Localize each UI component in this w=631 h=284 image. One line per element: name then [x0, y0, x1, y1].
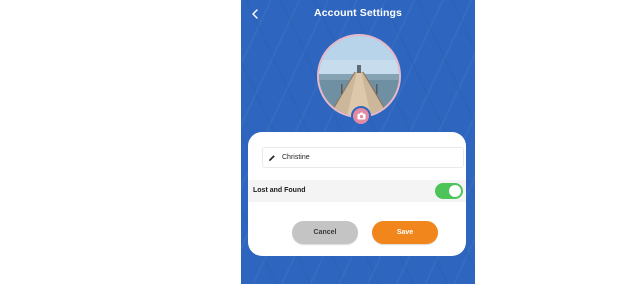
pencil-icon	[269, 154, 275, 161]
toggle-knob	[449, 185, 461, 197]
change-photo-button[interactable]	[351, 106, 371, 126]
avatar-container[interactable]	[317, 34, 401, 126]
save-button[interactable]: Save	[372, 221, 438, 244]
name-value: Christine	[282, 154, 310, 161]
toggle-label: Lost and Found	[253, 187, 306, 194]
lost-and-found-row: Lost and Found	[248, 180, 466, 202]
cancel-button[interactable]: Cancel	[292, 221, 358, 244]
lost-and-found-toggle[interactable]	[435, 183, 463, 199]
page-title: Account Settings	[314, 7, 402, 19]
phone-screen: Account Settings Christine Lost and Foun…	[241, 0, 475, 284]
name-field[interactable]: Christine	[262, 147, 464, 168]
camera-icon	[357, 112, 365, 120]
settings-card: Christine Lost and Found Cancel Save	[248, 132, 466, 256]
avatar-photo	[319, 36, 399, 116]
